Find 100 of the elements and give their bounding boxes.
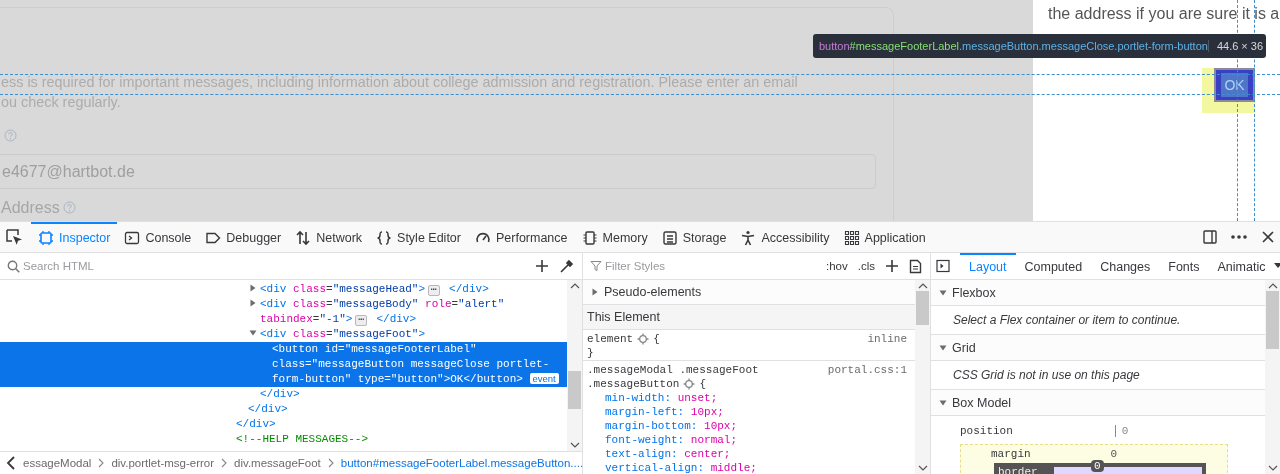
braces-icon <box>376 230 393 246</box>
sidebar-tab[interactable]: Fonts <box>1159 253 1209 279</box>
scrollbar[interactable] <box>567 280 582 451</box>
collapsed-twisty-icon[interactable] <box>249 299 257 307</box>
crosshair-icon[interactable] <box>683 378 696 390</box>
box-model-label: position <box>960 425 1013 437</box>
search-icon <box>7 259 20 273</box>
declaration[interactable]: font-weight: normal; <box>587 433 907 447</box>
rule-selector: element <box>587 332 634 346</box>
devtools-tab[interactable]: Console <box>117 222 199 252</box>
breadcrumb[interactable]: button#messageFooterLabel.messageButton.... <box>338 457 582 469</box>
help-icon <box>4 129 17 142</box>
devtools-tab[interactable]: Memory <box>574 222 655 252</box>
expanded-twisty-icon[interactable] <box>939 343 947 352</box>
filter-field[interactable]: Filter Styles <box>605 260 785 272</box>
brace-text: } <box>587 346 595 360</box>
toggle-button[interactable]: :hov <box>826 260 848 272</box>
scrollbar-thumb[interactable] <box>916 291 929 325</box>
section-label: Grid <box>952 340 976 355</box>
help-icon <box>62 201 76 214</box>
scrollbar-thumb[interactable] <box>1266 291 1279 349</box>
eyedropper-icon[interactable] <box>559 258 574 274</box>
scroll-left-icon[interactable] <box>6 456 16 470</box>
pick-element-icon[interactable] <box>5 228 23 246</box>
toggle-button[interactable]: .cls <box>857 260 875 272</box>
add-icon[interactable] <box>885 259 899 273</box>
crosshair-icon[interactable] <box>637 333 650 345</box>
devtools-tab[interactable]: Storage <box>654 222 734 252</box>
expanded-twisty-icon[interactable] <box>939 398 947 407</box>
markup-line[interactable]: <div class="messageFoot"> <box>0 327 567 342</box>
declaration[interactable]: margin-left: 10px; <box>587 405 907 419</box>
markup-line[interactable]: <!--HELP MESSAGES--> <box>0 432 567 447</box>
list-icon <box>661 230 678 246</box>
devtools-tab[interactable]: Accessibility <box>733 222 837 252</box>
declaration[interactable]: text-align: center; <box>587 447 907 461</box>
scroll-up-icon <box>569 283 580 289</box>
breadcrumb[interactable]: div.portlet-msg-error <box>109 457 217 469</box>
declaration[interactable]: min-width: unset; <box>587 391 907 405</box>
collapsed-content-badge[interactable]: ⋯ <box>355 315 367 326</box>
devtools-tab[interactable]: Application <box>836 222 933 252</box>
collapsed-content-badge[interactable]: ⋯ <box>428 285 440 296</box>
event-badge[interactable]: event <box>529 373 559 384</box>
arrows-icon <box>295 230 312 246</box>
rule-source[interactable]: portal.css:1 <box>827 363 907 391</box>
rule-selector: .messageButton <box>587 377 680 391</box>
close-icon[interactable] <box>1260 229 1276 245</box>
devtools-tab[interactable]: Performance <box>467 222 575 252</box>
box-model-label: margin <box>991 448 1031 460</box>
chevron-icon <box>98 458 105 468</box>
sidebar-tab[interactable]: Animatic <box>1208 253 1275 279</box>
collapsed-twisty-icon[interactable] <box>249 284 257 292</box>
markup-line[interactable]: </div> <box>0 417 567 432</box>
declaration[interactable]: vertical-align: middle; <box>587 461 907 474</box>
dialog-text: the address if you are sure it is a <box>1048 4 1280 24</box>
add-icon[interactable] <box>535 259 549 273</box>
scrollbar[interactable] <box>915 280 930 474</box>
section-label: Pseudo-elements <box>604 285 702 299</box>
tag-icon <box>205 230 222 246</box>
devtools-tab[interactable]: Inspector <box>31 222 118 252</box>
breadcrumb[interactable]: div.messageFoot <box>232 457 323 469</box>
box-model-value[interactable]: 0 <box>1110 448 1118 460</box>
scrollbar[interactable] <box>1265 280 1280 474</box>
markup-line[interactable]: </div> <box>0 402 567 417</box>
markup-line[interactable]: <div class="messageBody" role="alert" tabindex="-1"> ⋯ </div> <box>0 297 567 327</box>
sidebar-tab[interactable]: Computed <box>1015 253 1092 279</box>
chevron-icon <box>221 458 228 468</box>
chip-icon <box>581 230 598 246</box>
box-model-value[interactable]: 0 <box>1091 460 1104 472</box>
collapsed-twisty-icon[interactable] <box>591 288 599 296</box>
selector-label: button#messageFooterLabel.messageButton.messageClose.portlet-form-button <box>819 40 1208 52</box>
devtools-tab[interactable]: Debugger <box>198 222 289 252</box>
scroll-down-icon <box>1267 465 1278 471</box>
section-title: This Element <box>583 305 915 330</box>
scrollbar-thumb[interactable] <box>568 371 581 409</box>
sidebar-tab[interactable]: Changes <box>1091 253 1160 279</box>
expanded-twisty-icon[interactable] <box>939 288 947 297</box>
document-icon[interactable] <box>909 258 922 274</box>
devtools-tab[interactable]: Style Editor <box>369 222 468 252</box>
section-label: Flexbox <box>952 285 996 300</box>
expanded-twisty-icon[interactable] <box>249 329 257 337</box>
dropdown-icon[interactable] <box>1274 263 1280 269</box>
grid-icon <box>843 230 860 246</box>
sidebar-toggle-icon[interactable] <box>936 259 950 273</box>
filter-icon <box>590 260 602 272</box>
console-icon <box>124 230 141 246</box>
devtools-tab[interactable]: Network <box>288 222 370 252</box>
breadcrumb[interactable]: essageModal <box>21 457 94 469</box>
section-label: Box Model <box>952 395 1012 410</box>
brace-text: { <box>653 332 660 346</box>
dock-icon[interactable] <box>1202 229 1218 245</box>
declaration[interactable]: margin-bottom: 10px; <box>587 419 907 433</box>
rule-source[interactable]: inline <box>867 332 907 346</box>
markup-line[interactable]: <div class="messageHead"> ⋯ </div> <box>0 282 567 297</box>
search-field[interactable]: Search HTML <box>23 260 203 272</box>
markup-line[interactable]: </div> <box>0 387 567 402</box>
box-model-value[interactable]: 0 <box>1114 425 1129 437</box>
scroll-up-icon <box>917 283 928 289</box>
scroll-down-icon <box>917 465 928 471</box>
inspector-icon <box>38 230 54 246</box>
scroll-up-icon <box>1267 283 1278 289</box>
